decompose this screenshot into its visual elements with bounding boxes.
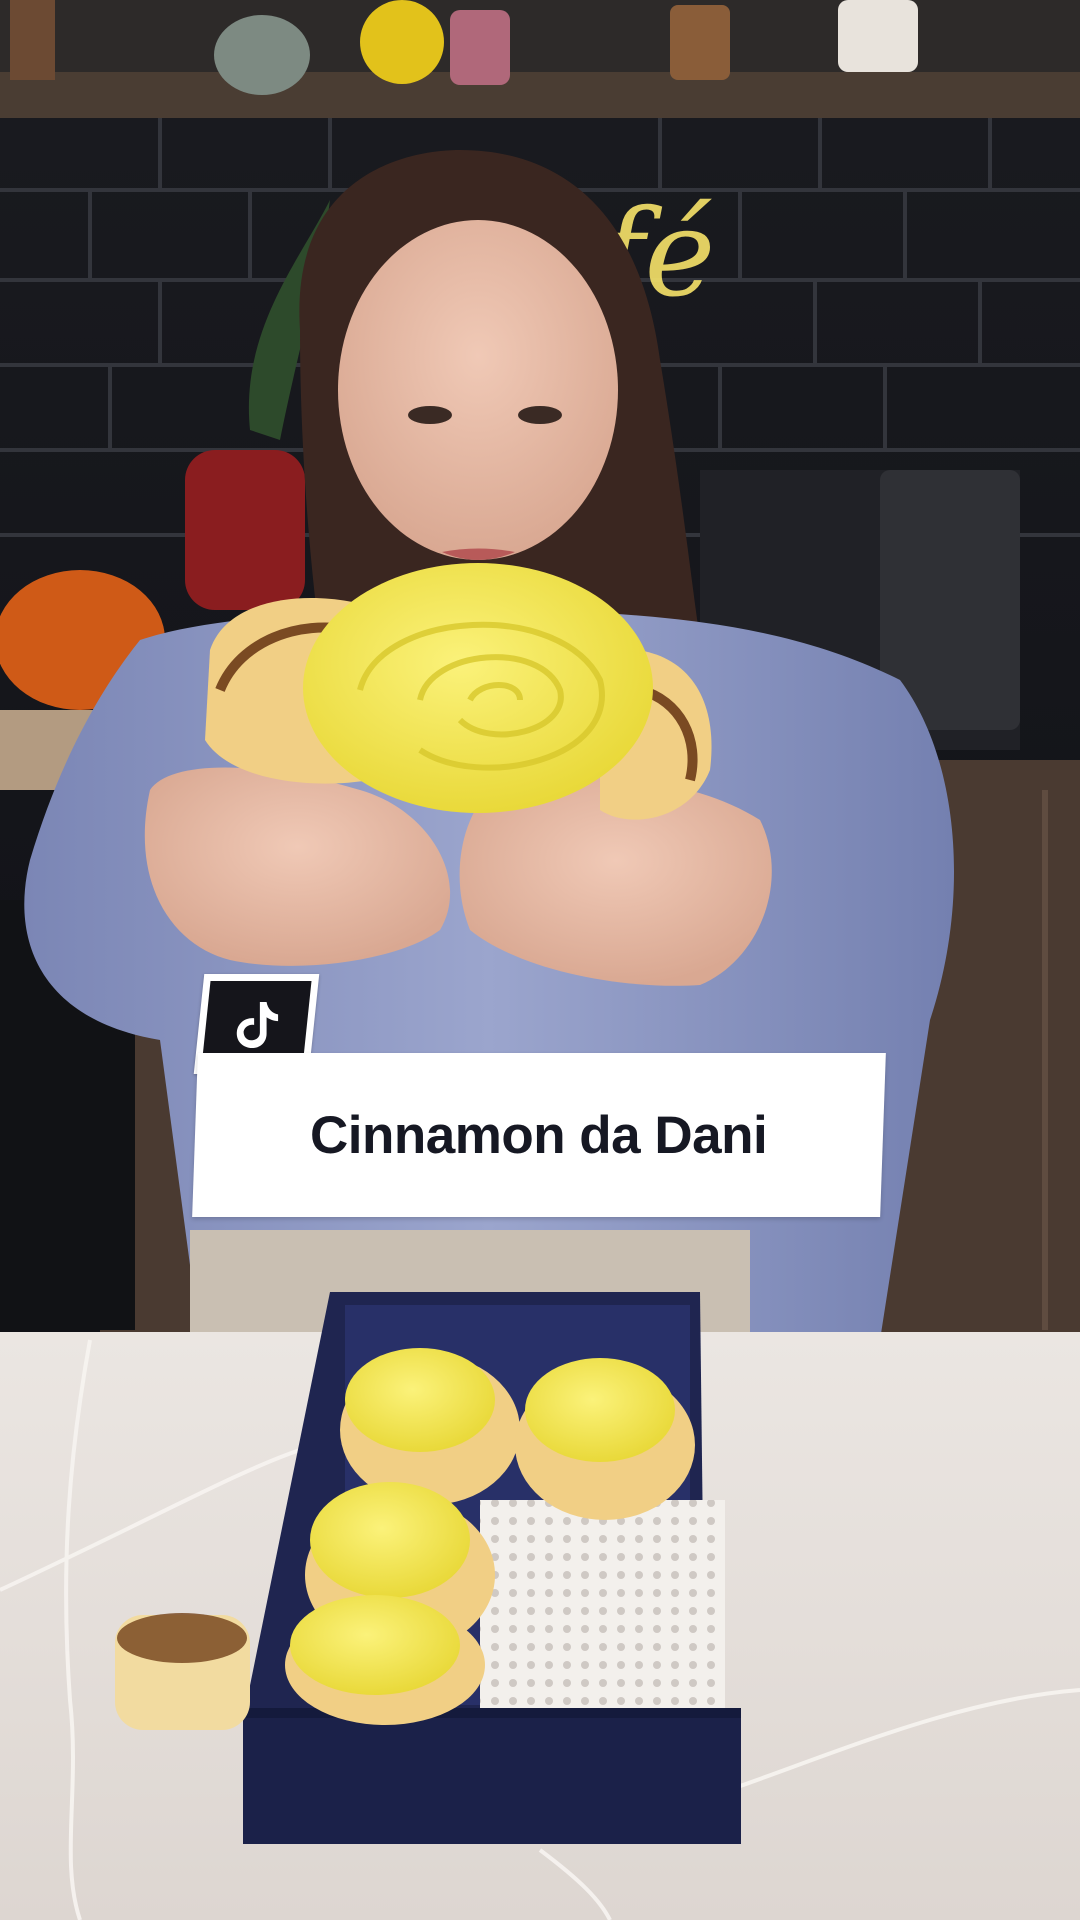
caption-card: Cinnamon da Dani [192,1053,886,1217]
caption-text: Cinnamon da Dani [310,1105,768,1165]
video-frame: fé Cinnamon da Dani [0,0,1080,1920]
video-background: fé [0,0,1080,1920]
tiktok-logo-icon [236,1001,278,1049]
